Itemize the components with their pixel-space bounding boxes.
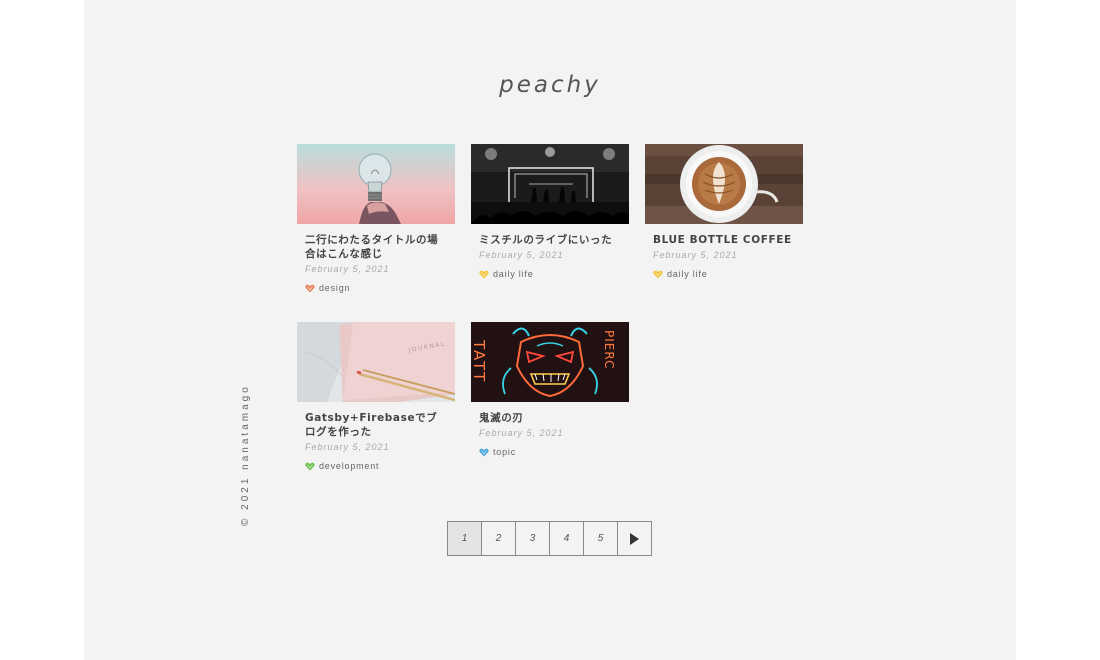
post-date: February 5, 2021 [479, 250, 564, 260]
post-title[interactable]: 二行にわたるタイトルの場合はこんな感じ [305, 233, 447, 261]
neon-left-text: TATT [471, 339, 488, 383]
post-tag[interactable]: daily life [479, 269, 621, 279]
page-4-button[interactable]: 4 [550, 522, 584, 555]
post-card-1[interactable]: 二行にわたるタイトルの場合はこんな感じ February 5, 2021 des… [297, 144, 455, 293]
page-3-button[interactable]: 3 [516, 522, 550, 555]
post-date: February 5, 2021 [653, 250, 738, 260]
page-2-button[interactable]: 2 [482, 522, 516, 555]
post-title[interactable]: 鬼滅の刃 [479, 411, 621, 425]
tag-label: design [319, 283, 351, 293]
heart-icon [305, 284, 315, 292]
post-card-2[interactable]: ミスチルのライブにいった February 5, 2021 daily life [471, 144, 629, 279]
concert-image[interactable] [471, 144, 629, 224]
site-title[interactable]: peachy [84, 72, 1016, 98]
tag-label: daily life [493, 269, 534, 279]
lightbulb-image[interactable] [297, 144, 455, 224]
post-date: February 5, 2021 [479, 428, 564, 438]
heart-icon [479, 270, 489, 278]
post-title[interactable]: ミスチルのライブにいった [479, 233, 621, 247]
post-card-3[interactable]: BLUE BOTTLE COFFEE February 5, 2021 dail… [645, 144, 803, 279]
post-tag[interactable]: development [305, 461, 447, 471]
next-page-button[interactable] [618, 522, 651, 555]
post-tag[interactable]: topic [479, 447, 621, 457]
page-1-button[interactable]: 1 [448, 522, 482, 555]
tag-label: topic [493, 447, 517, 457]
heart-icon [653, 270, 663, 278]
post-title[interactable]: BLUE BOTTLE COFFEE [653, 233, 795, 247]
post-tag[interactable]: daily life [653, 269, 795, 279]
post-card-5[interactable]: TATT PIERC 鬼滅の刃 February 5, 2021 topic [471, 322, 629, 457]
play-arrow-icon [630, 532, 639, 545]
heart-icon [479, 448, 489, 456]
post-card-4[interactable]: JOURNAL Gatsby+Firebaseでブログを作った February… [297, 322, 455, 471]
post-date: February 5, 2021 [305, 442, 390, 452]
pagination: 1 2 3 4 5 [447, 521, 652, 556]
tag-label: development [319, 461, 380, 471]
post-date: February 5, 2021 [305, 264, 390, 274]
page-5-button[interactable]: 5 [584, 522, 618, 555]
neon-right-text: PIERC [602, 330, 616, 369]
neon-sign-image[interactable]: TATT PIERC [471, 322, 629, 402]
journal-image[interactable]: JOURNAL [297, 322, 455, 402]
latte-image[interactable] [645, 144, 803, 224]
copyright-text: © 2021 nanatamago [240, 384, 251, 526]
tag-label: daily life [667, 269, 708, 279]
heart-icon [305, 462, 315, 470]
post-tag[interactable]: design [305, 283, 447, 293]
post-title[interactable]: Gatsby+Firebaseでブログを作った [305, 411, 447, 439]
page-container: peachy © 2021 nanatamago 二行にわたるタイトルの場合はこ… [84, 0, 1016, 660]
